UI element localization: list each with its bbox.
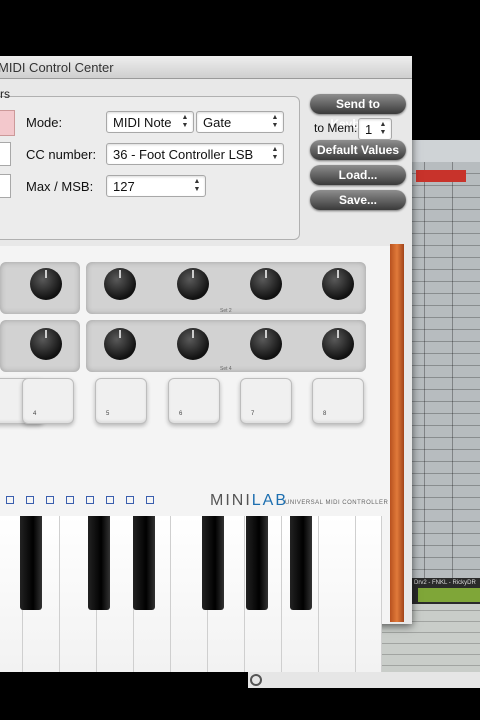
to-mem-label: to Mem:	[314, 121, 358, 135]
pad[interactable]: 7	[240, 378, 292, 424]
logo-tagline: UNIVERSAL MIDI CONTROLLER	[285, 500, 389, 506]
partial-stepper-2[interactable]	[0, 174, 11, 198]
pad-number: 8	[323, 411, 327, 417]
updown-icon: ▲ ▼	[193, 178, 201, 193]
white-key[interactable]	[319, 516, 356, 672]
indicator-square	[6, 496, 14, 504]
default-values-button[interactable]: Default Values	[310, 140, 406, 160]
pad[interactable]: 4	[22, 378, 74, 424]
indicator-square	[106, 496, 114, 504]
max-msb-field[interactable]: 127 ▲ ▼	[106, 175, 206, 197]
indicator-square	[26, 496, 34, 504]
title-bar[interactable]: MIDI Control Center	[0, 56, 412, 79]
mode-value: MIDI Note	[113, 115, 172, 130]
cc-number-label: CC number:	[26, 147, 97, 162]
knob-icon[interactable]	[30, 268, 62, 300]
updown-icon: ▲ ▼	[181, 114, 189, 129]
cc-number-value: 36 - Foot Controller LSB	[113, 147, 254, 162]
to-mem-value: 1	[365, 122, 373, 137]
pad-number: 4	[33, 411, 37, 417]
black-key[interactable]	[133, 516, 155, 610]
knob-icon[interactable]	[104, 268, 136, 300]
knob-icon[interactable]	[322, 328, 354, 360]
daw-waveform	[418, 588, 480, 602]
wood-side-panel	[390, 244, 404, 622]
black-key[interactable]	[20, 516, 42, 610]
cc-number-select[interactable]: 36 - Foot Controller LSB ▲ ▼	[106, 143, 284, 165]
pad-number: 5	[106, 411, 110, 417]
max-msb-label: Max / MSB:	[26, 179, 94, 194]
knob-icon[interactable]	[30, 328, 62, 360]
daw-clip-label: Drv2 - FNKL - RickyDR	[414, 580, 476, 586]
pad[interactable]: 6	[168, 378, 220, 424]
window-title: MIDI Control Center	[0, 60, 114, 75]
set-label-bottom: Set 4	[220, 366, 232, 372]
updown-icon: ▲ ▼	[271, 114, 279, 129]
partial-stepper-1[interactable]	[0, 142, 11, 166]
black-key[interactable]	[290, 516, 312, 610]
indicator-square	[126, 496, 134, 504]
save-button[interactable]: Save...	[310, 190, 406, 210]
knob-icon[interactable]	[177, 328, 209, 360]
daw-selected-clip[interactable]	[416, 170, 466, 182]
updown-icon: ▲ ▼	[379, 121, 387, 136]
send-to-keyboard-button[interactable]: Send to Keyboard	[310, 94, 406, 131]
daw-scrollbar[interactable]	[248, 672, 480, 688]
max-msb-value: 127	[113, 179, 135, 194]
indicator-square	[46, 496, 54, 504]
knob-icon[interactable]	[250, 268, 282, 300]
updown-icon: ▲ ▼	[271, 146, 279, 161]
logo-prefix: MINI	[210, 492, 252, 509]
pad-number: 6	[179, 411, 183, 417]
gate-value: Gate	[203, 115, 232, 130]
pad[interactable]: 8	[312, 378, 364, 424]
logo-highlight: LAB	[251, 492, 289, 509]
color-swatch[interactable]	[0, 110, 15, 136]
knob-icon[interactable]	[322, 268, 354, 300]
to-mem-select[interactable]: 1 ▲ ▼	[358, 118, 392, 140]
knob-icon[interactable]	[104, 328, 136, 360]
set-label-top: Set 2	[220, 308, 232, 314]
gate-select[interactable]: Gate ▲ ▼	[196, 111, 284, 133]
knob-icon[interactable]	[177, 268, 209, 300]
indicator-square	[66, 496, 74, 504]
mode-label: Mode:	[26, 115, 63, 130]
minilab-logo: MINILAB	[210, 492, 288, 510]
black-key[interactable]	[202, 516, 224, 610]
black-key[interactable]	[88, 516, 110, 610]
pad[interactable]: 5	[95, 378, 147, 424]
midi-control-center-window: MIDI Control Center rs Mode: MIDI Note ▲…	[0, 56, 412, 672]
pad-number: 7	[251, 411, 255, 417]
daw-circle-icon[interactable]	[250, 674, 262, 686]
black-key[interactable]	[246, 516, 268, 610]
indicator-square	[86, 496, 94, 504]
mode-select[interactable]: MIDI Note ▲ ▼	[106, 111, 194, 133]
load-button[interactable]: Load...	[310, 165, 406, 185]
keyboard	[0, 516, 382, 672]
indicator-square	[146, 496, 154, 504]
white-key[interactable]	[356, 516, 382, 672]
knob-icon[interactable]	[250, 328, 282, 360]
settings-group-label: rs	[0, 87, 10, 101]
